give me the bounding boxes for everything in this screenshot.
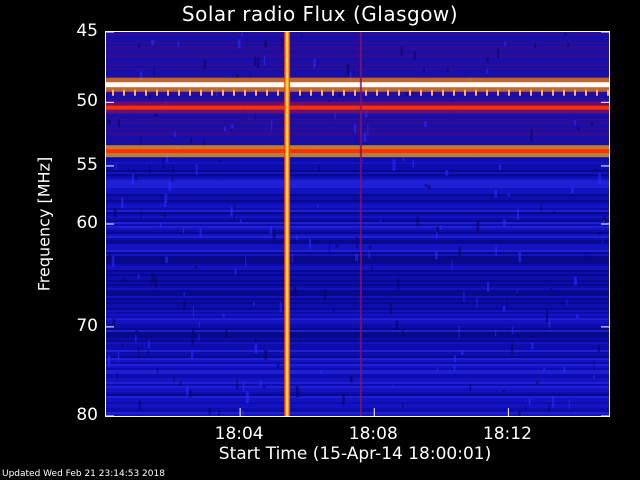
y-tick-label: 80: [76, 405, 98, 425]
band-spur: [431, 89, 433, 96]
band-spur: [574, 89, 576, 96]
band-spur: [233, 89, 235, 96]
band-spur: [123, 89, 125, 96]
frequency-band: [106, 105, 609, 110]
band-spur: [563, 89, 565, 96]
band-spur: [475, 89, 477, 96]
band-spur: [596, 89, 598, 96]
band-spur: [519, 89, 521, 96]
band-spur: [420, 89, 422, 96]
band-spur: [541, 89, 543, 96]
y-axis-label: Frequency [MHz]: [34, 156, 54, 292]
band-spur: [508, 89, 510, 96]
band-spur: [585, 89, 587, 96]
x-axis-label: Start Time (15-Apr-14 18:00:01): [218, 444, 492, 464]
band-spur: [464, 89, 466, 96]
band-spur: [343, 89, 345, 96]
band-spur: [145, 89, 147, 96]
band-spur: [222, 89, 224, 96]
band-spur: [266, 89, 268, 96]
band-spur: [321, 89, 323, 96]
band-spur: [332, 89, 334, 96]
updated-timestamp: Updated Wed Feb 21 23:14:53 2018: [2, 469, 165, 479]
band-spur: [409, 89, 411, 96]
band-spur: [552, 89, 554, 96]
x-tick-label: 18:04: [214, 424, 264, 444]
y-tick-label: 70: [76, 315, 98, 336]
band-spur: [398, 89, 400, 96]
frequency-band: [106, 82, 609, 88]
spectrogram-plot: [105, 31, 610, 417]
band-spur: [255, 89, 257, 96]
spectrogram-canvas: [106, 32, 609, 416]
band-spur: [365, 89, 367, 96]
y-tick-label: 45: [76, 21, 98, 41]
band-spur: [200, 89, 202, 96]
band-spur: [167, 89, 169, 96]
band-spur: [453, 89, 455, 96]
band-spur: [607, 89, 609, 96]
radio-burst: [359, 32, 362, 416]
band-spur: [376, 89, 378, 96]
x-tick-label: 18:12: [482, 424, 532, 444]
x-tick-label: 18:08: [348, 424, 398, 444]
band-spur: [244, 89, 246, 96]
y-tick-label: 50: [76, 91, 98, 112]
band-spur: [277, 89, 279, 96]
band-spur: [189, 89, 191, 96]
band-spur: [530, 89, 532, 96]
band-spur: [178, 89, 180, 96]
band-spur: [156, 89, 158, 96]
band-spur: [486, 89, 488, 96]
band-spur: [387, 89, 389, 96]
y-tick-label: 55: [76, 154, 98, 175]
y-tick-label: 60: [76, 213, 98, 233]
band-spur: [299, 89, 301, 96]
band-spur: [112, 89, 114, 96]
band-spur: [211, 89, 213, 96]
band-spur: [442, 89, 444, 96]
radio-burst: [285, 32, 289, 416]
band-spur: [310, 89, 312, 96]
frequency-band: [106, 149, 609, 154]
band-spur: [354, 89, 356, 96]
band-spur: [497, 89, 499, 96]
band-spur: [134, 89, 136, 96]
